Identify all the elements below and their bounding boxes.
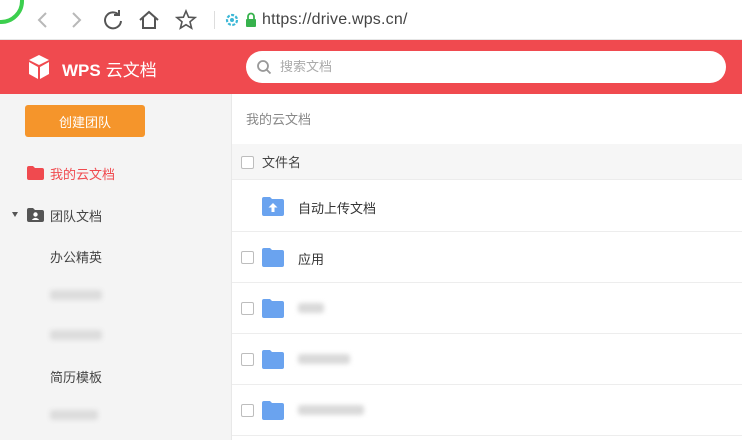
browser-toolbar: https://drive.wps.cn/ — [0, 0, 742, 40]
sidebar-item-label: 团队文档 — [50, 209, 103, 225]
blurred-item[interactable] — [50, 410, 98, 420]
row-checkbox[interactable] — [241, 251, 254, 264]
file-name: 自动上传文档 — [298, 202, 377, 217]
chevron-right-icon — [72, 12, 82, 28]
address-divider — [214, 11, 215, 29]
bookmark-button[interactable] — [174, 8, 198, 32]
address-bar[interactable]: https://drive.wps.cn/ — [224, 8, 408, 32]
blurred-file-name — [298, 354, 350, 364]
list-header: 文件名 — [232, 144, 742, 180]
team-folder-icon — [26, 206, 44, 224]
app-header: WPS 云文档 — [0, 40, 742, 94]
brand-title: WPS 云文档 — [62, 56, 157, 81]
blurred-item[interactable] — [50, 290, 102, 300]
file-name: 应用 — [298, 253, 325, 268]
chevron-left-icon — [37, 12, 47, 28]
sidebar-subitem[interactable]: 简历模板 — [50, 364, 102, 388]
search-input[interactable] — [280, 59, 700, 75]
list-item[interactable] — [232, 334, 742, 385]
blurred-item[interactable] — [50, 330, 102, 340]
brand-wps: WPS — [62, 61, 101, 80]
star-icon — [175, 9, 197, 30]
home-icon — [139, 10, 159, 29]
sidebar-item-my-docs[interactable]: 我的云文档 — [0, 159, 232, 187]
reload-button[interactable] — [101, 8, 125, 32]
folder-icon — [262, 299, 284, 318]
forward-button[interactable] — [64, 8, 88, 32]
reload-icon — [104, 10, 122, 30]
search-box[interactable] — [246, 51, 726, 83]
select-all-checkbox[interactable] — [241, 156, 254, 169]
browser-logo-icon — [0, 0, 24, 24]
breadcrumb: 我的云文档 — [246, 113, 312, 128]
lock-icon — [246, 12, 256, 27]
list-item[interactable]: 自动上传文档 — [232, 181, 742, 232]
file-list-panel: 我的云文档 文件名 自动上传文档 应用 — [232, 94, 742, 440]
blurred-file-name — [298, 303, 324, 313]
list-item[interactable] — [232, 385, 742, 436]
row-checkbox[interactable] — [241, 404, 254, 417]
blurred-file-name — [298, 405, 364, 415]
folder-icon — [262, 401, 284, 420]
list-item[interactable]: 应用 — [232, 232, 742, 283]
row-checkbox[interactable] — [241, 353, 254, 366]
list-item[interactable] — [232, 283, 742, 334]
sidebar-item-label: 我的云文档 — [50, 167, 116, 183]
sidebar-subitem[interactable]: 办公精英 — [50, 244, 102, 268]
folder-icon — [26, 164, 44, 182]
search-icon — [257, 60, 272, 75]
folder-icon — [262, 248, 284, 267]
upload-folder-icon — [262, 197, 284, 216]
sidebar: 创建团队 我的云文档 团队文档 办公精英 简历模板 — [0, 94, 232, 440]
column-header-name: 文件名 — [262, 156, 302, 171]
row-checkbox[interactable] — [241, 302, 254, 315]
create-team-button[interactable]: 创建团队 — [25, 105, 145, 137]
folder-icon — [262, 350, 284, 369]
home-button[interactable] — [137, 8, 161, 32]
cube-logo-icon — [29, 55, 49, 79]
sidebar-item-team-docs[interactable]: 团队文档 — [0, 201, 232, 229]
url-text: https://drive.wps.cn/ — [262, 11, 408, 28]
back-button[interactable] — [31, 8, 55, 32]
gear-icon — [225, 13, 239, 27]
brand-name: 云文档 — [105, 61, 157, 80]
